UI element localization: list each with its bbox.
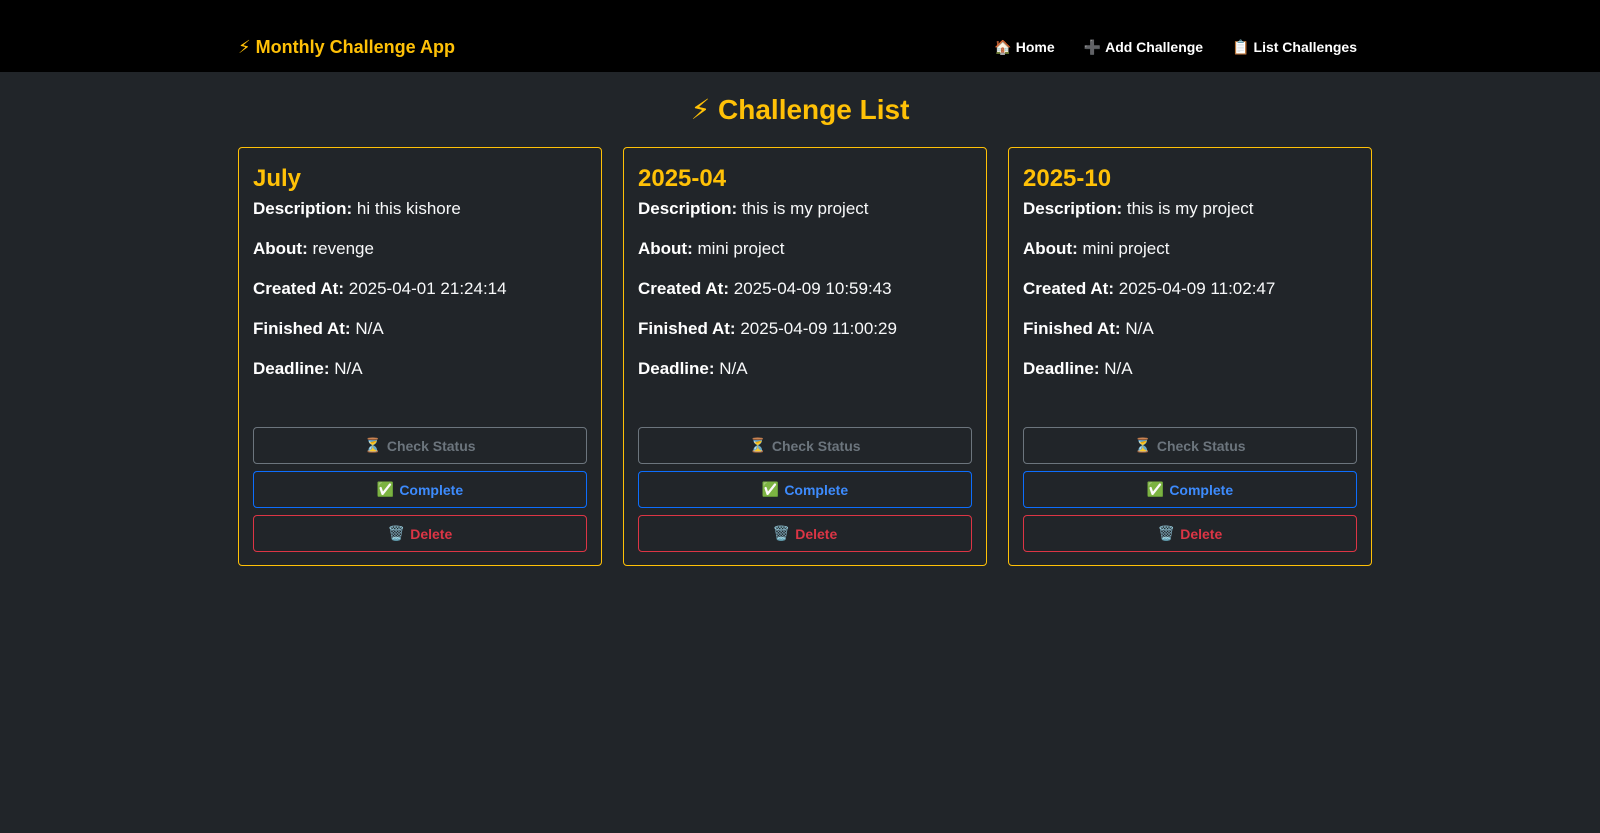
complete-label: Complete (784, 481, 849, 498)
deadline-value: N/A (1104, 359, 1133, 378)
about-label: About: (253, 239, 308, 258)
trash-icon: 🗑️ (772, 525, 791, 541)
about-label: About: (638, 239, 693, 258)
complete-button[interactable]: ✅ Complete (253, 471, 587, 508)
created-at-label: Created At: (638, 279, 729, 298)
finished-at-value: N/A (1125, 319, 1154, 338)
nav-home-label: Home (1015, 39, 1055, 55)
check-status-button[interactable]: ⏳ Check Status (253, 427, 587, 464)
home-icon: 🏠 (994, 39, 1012, 55)
challenge-created-at: Created At: 2025-04-09 10:59:43 (638, 278, 972, 300)
delete-button[interactable]: 🗑️ Delete (638, 515, 972, 552)
trash-icon: 🗑️ (1157, 525, 1176, 541)
challenge-finished-at: Finished At: N/A (1023, 318, 1357, 340)
card-actions: ⏳ Check Status ✅ Complete 🗑️ Delete (1023, 427, 1357, 552)
card-actions: ⏳ Check Status ✅ Complete 🗑️ Delete (638, 427, 972, 552)
created-at-value: 2025-04-09 10:59:43 (733, 279, 892, 298)
about-value: mini project (1082, 239, 1170, 258)
challenge-finished-at: Finished At: N/A (253, 318, 587, 340)
description-value: this is my project (741, 199, 869, 218)
challenge-description: Description: hi this kishore (253, 198, 587, 220)
deadline-value: N/A (719, 359, 748, 378)
page-title: ⚡ Challenge List (690, 94, 910, 125)
nav-links: 🏠 Home ➕ Add Challenge 📋 List Challenges (994, 38, 1357, 56)
challenge-about: About: mini project (1023, 238, 1357, 260)
created-at-label: Created At: (253, 279, 344, 298)
challenge-description: Description: this is my project (638, 198, 972, 220)
delete-label: Delete (410, 525, 453, 542)
trash-icon: 🗑️ (387, 525, 406, 541)
complete-label: Complete (1169, 481, 1234, 498)
nav-add-challenge-link[interactable]: ➕ Add Challenge (1084, 38, 1203, 56)
nav-list-challenges-link[interactable]: 📋 List Challenges (1232, 38, 1357, 56)
challenge-title: 2025-10 (1023, 165, 1112, 192)
deadline-label: Deadline: (638, 359, 715, 378)
delete-label: Delete (1180, 525, 1223, 542)
nav-list-challenges-label: List Challenges (1253, 39, 1357, 55)
challenge-description: Description: this is my project (1023, 198, 1357, 220)
lightning-icon: ⚡ (238, 37, 251, 57)
plus-icon: ➕ (1083, 39, 1102, 55)
check-status-button[interactable]: ⏳ Check Status (1023, 427, 1357, 464)
description-label: Description: (638, 199, 738, 218)
created-at-label: Created At: (1023, 279, 1114, 298)
finished-at-value: 2025-04-09 11:00:29 (740, 319, 897, 338)
delete-button[interactable]: 🗑️ Delete (253, 515, 587, 552)
check-mark-icon: ✅ (1146, 481, 1165, 497)
delete-label: Delete (795, 525, 838, 542)
challenge-about: About: revenge (253, 238, 587, 260)
check-mark-icon: ✅ (376, 481, 395, 497)
navbar: ⚡ Monthly Challenge App 🏠 Home ➕ Add Chall… (0, 0, 1600, 72)
deadline-value: N/A (334, 359, 363, 378)
hourglass-icon: ⏳ (364, 437, 382, 453)
challenge-finished-at: Finished At: 2025-04-09 11:00:29 (638, 318, 972, 340)
deadline-label: Deadline: (1023, 359, 1100, 378)
created-at-value: 2025-04-09 11:02:47 (1118, 279, 1276, 298)
finished-at-label: Finished At: (1023, 319, 1121, 338)
description-value: hi this kishore (356, 199, 461, 218)
about-value: revenge (312, 239, 374, 258)
challenge-about: About: mini project (638, 238, 972, 260)
challenge-title: July (253, 165, 302, 192)
deadline-label: Deadline: (253, 359, 330, 378)
check-status-label: Check Status (386, 437, 476, 454)
card-actions: ⏳ Check Status ✅ Complete 🗑️ Delete (253, 427, 587, 552)
check-status-button[interactable]: ⏳ Check Status (638, 427, 972, 464)
brand-text: Monthly Challenge App (255, 37, 455, 57)
check-status-label: Check Status (771, 437, 861, 454)
description-label: Description: (253, 199, 353, 218)
finished-at-label: Finished At: (638, 319, 736, 338)
finished-at-label: Finished At: (253, 319, 351, 338)
challenge-deadline: Deadline: N/A (1023, 358, 1357, 380)
challenge-created-at: Created At: 2025-04-09 11:02:47 (1023, 278, 1357, 300)
nav-add-challenge-label: Add Challenge (1105, 39, 1204, 55)
check-mark-icon: ✅ (761, 481, 780, 497)
hourglass-icon: ⏳ (749, 437, 767, 453)
challenge-card: July Description: hi this kishore About:… (238, 147, 602, 566)
check-status-label: Check Status (1156, 437, 1246, 454)
clipboard-icon: 📋 (1232, 39, 1250, 55)
complete-button[interactable]: ✅ Complete (638, 471, 972, 508)
created-at-value: 2025-04-01 21:24:14 (348, 279, 507, 298)
finished-at-value: N/A (355, 319, 384, 338)
complete-button[interactable]: ✅ Complete (1023, 471, 1357, 508)
description-value: this is my project (1126, 199, 1254, 218)
challenge-deadline: Deadline: N/A (638, 358, 972, 380)
challenge-card: 2025-04 Description: this is my project … (623, 147, 987, 566)
challenge-deadline: Deadline: N/A (253, 358, 587, 380)
challenge-card: 2025-10 Description: this is my project … (1008, 147, 1372, 566)
nav-home-link[interactable]: 🏠 Home (994, 38, 1054, 56)
about-label: About: (1023, 239, 1078, 258)
delete-button[interactable]: 🗑️ Delete (1023, 515, 1357, 552)
hourglass-icon: ⏳ (1134, 437, 1152, 453)
about-value: mini project (697, 239, 785, 258)
complete-label: Complete (399, 481, 464, 498)
challenge-title: 2025-04 (638, 165, 727, 192)
challenge-cards: July Description: hi this kishore About:… (238, 147, 1372, 566)
description-label: Description: (1023, 199, 1123, 218)
challenge-created-at: Created At: 2025-04-01 21:24:14 (253, 278, 587, 300)
brand-link[interactable]: ⚡ Monthly Challenge App (238, 36, 455, 58)
